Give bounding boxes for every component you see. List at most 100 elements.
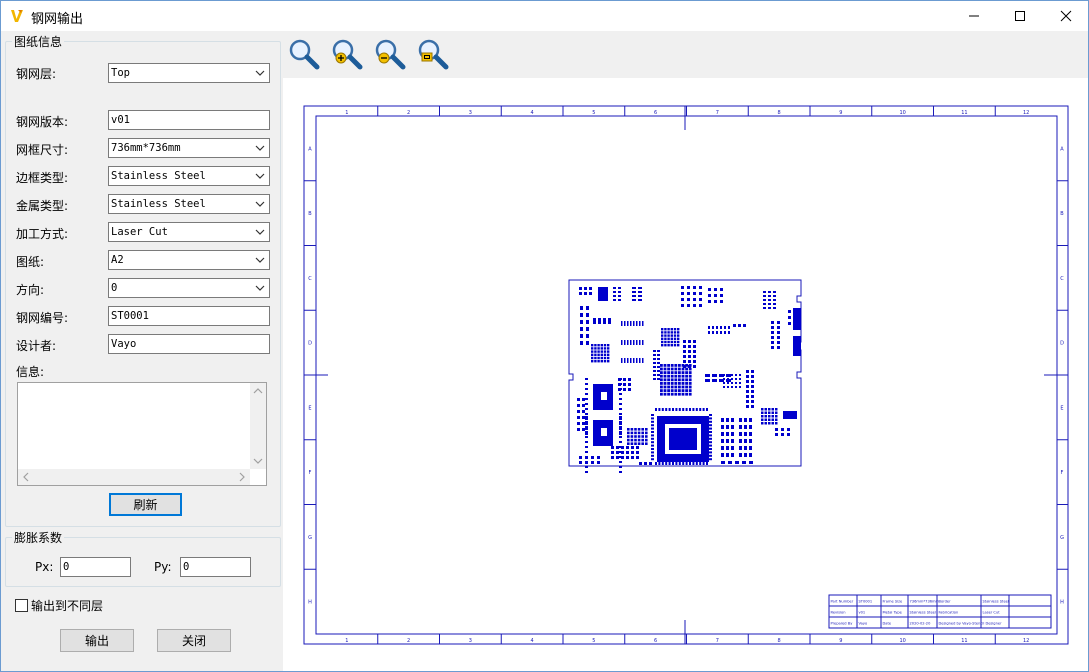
stencil-pad [751, 370, 754, 373]
stencil-pad [618, 388, 621, 391]
stencil-pad [678, 374, 681, 378]
stencil-pad [720, 288, 723, 291]
stencil-pad [670, 371, 674, 374]
stencil-pad [577, 416, 580, 419]
stencil-pad [768, 422, 771, 425]
stencil-layer-select[interactable]: Top [108, 63, 270, 83]
stencil-pad [621, 358, 623, 363]
zoom-icon[interactable] [287, 37, 321, 71]
zone-number-top: 3 [469, 110, 472, 116]
py-input[interactable]: 0 [180, 557, 251, 577]
stencil-pad [585, 378, 588, 380]
stencil-pad [621, 451, 624, 454]
stencil-pad [591, 356, 594, 360]
px-input[interactable]: 0 [60, 557, 131, 577]
stencil-pad [683, 360, 686, 363]
frame-size-value: 736mm*736mm [111, 142, 181, 154]
stencil-pad [751, 380, 754, 383]
stencil-pad [681, 378, 685, 382]
stencil-pad [616, 446, 619, 449]
stencil-pad [630, 321, 632, 326]
stencil-pad [657, 358, 660, 360]
zoom-out-icon[interactable] [373, 37, 407, 71]
stencil-pad [749, 446, 752, 450]
refresh-button[interactable]: 刷新 [109, 493, 182, 516]
output-diff-layer-checkbox[interactable] [15, 599, 28, 612]
stencil-pad [582, 410, 585, 413]
px-value: 0 [63, 561, 70, 573]
zoom-in-icon[interactable] [330, 37, 364, 71]
designer-input[interactable]: Vayo [108, 334, 270, 354]
stencil-pad [630, 431, 634, 435]
stencil-pad [632, 299, 636, 301]
stencil-pad [597, 360, 600, 363]
stencil-drawing-canvas[interactable]: 1 1 2 2 3 3 4 4 5 5 6 6 7 7 8 8 9 9 10 10 11 11 12 12 A A B B C C D D E E… [283, 78, 1088, 671]
stencil-pad [743, 324, 746, 327]
close-window-button[interactable] [1043, 1, 1088, 31]
stencil-pad [735, 378, 737, 380]
stencil-pad [586, 341, 589, 345]
stencil-pad [619, 441, 622, 443]
stencil-pad [720, 326, 722, 329]
stencil-pad [660, 378, 663, 382]
stencil-pad [619, 431, 622, 433]
minimize-button[interactable] [951, 1, 997, 31]
stencil-pad [681, 364, 685, 367]
stencil-pad [721, 439, 724, 443]
stencil-pad [683, 355, 686, 358]
border-type-select[interactable]: Stainless Steel [108, 166, 270, 186]
info-vertical-scrollbar[interactable] [250, 383, 266, 469]
title-block-text: Vayo [859, 622, 868, 626]
maximize-button[interactable] [997, 1, 1043, 31]
stencil-pad [688, 364, 692, 367]
stencil-pad [653, 354, 656, 356]
metal-type-select[interactable]: Stainless Steel [108, 194, 270, 214]
stencil-pad [673, 340, 677, 344]
zoom-fit-icon[interactable] [416, 37, 450, 71]
stencil-pad [619, 428, 622, 430]
info-horizontal-scrollbar[interactable] [18, 469, 250, 485]
stencil-pad [591, 461, 594, 464]
output-diff-layer-label[interactable]: 输出到不同层 [31, 597, 103, 614]
orientation-select[interactable]: 0 [108, 278, 270, 298]
preview-area: 1 1 2 2 3 3 4 4 5 5 6 6 7 7 8 8 9 9 10 10 11 11 12 12 A A B B C C D D E E… [283, 31, 1088, 671]
px-label: Px: [35, 560, 54, 574]
stencil-version-value: v01 [111, 114, 130, 126]
stencil-pad [670, 392, 674, 396]
stencil-version-input[interactable]: v01 [108, 110, 270, 130]
close-button[interactable]: 关闭 [157, 629, 231, 652]
stencil-pad [621, 446, 624, 449]
stencil-pad [751, 395, 754, 398]
stencil-pad [665, 462, 668, 465]
stencil-pad [632, 291, 636, 293]
stencil-pad [768, 303, 771, 305]
stencil-pad [670, 334, 673, 337]
stencil-pad [621, 321, 623, 326]
stencil-number-input[interactable]: ST0001 [108, 306, 270, 326]
stencil-pad [585, 416, 588, 418]
output-button[interactable]: 输出 [60, 629, 134, 652]
stencil-pad [687, 304, 690, 307]
stencil-pad [699, 286, 702, 289]
stencil-version-label: 钢网版本: [16, 115, 69, 129]
stencil-pad [678, 367, 681, 371]
stencil-pad [705, 379, 710, 382]
stencil-pad [645, 438, 648, 442]
stencil-pad [667, 331, 670, 334]
stencil-pad [619, 426, 622, 428]
stencil-pad [603, 344, 607, 347]
zone-number-bottom: 6 [654, 638, 657, 644]
stencil-pad [636, 340, 638, 345]
frame-size-select[interactable]: 736mm*736mm [108, 138, 270, 158]
stencil-pad [687, 298, 690, 301]
qfn-pad [669, 428, 697, 450]
py-value: 0 [183, 561, 190, 573]
process-method-select[interactable]: Laser Cut [108, 222, 270, 242]
stencil-pad [597, 461, 600, 464]
stencil-pad [632, 295, 636, 297]
info-textarea[interactable] [17, 382, 267, 486]
stencil-pad [764, 418, 767, 421]
paper-size-select[interactable]: A2 [108, 250, 270, 270]
stencil-pad [708, 300, 711, 303]
stencil-pad [661, 334, 664, 337]
